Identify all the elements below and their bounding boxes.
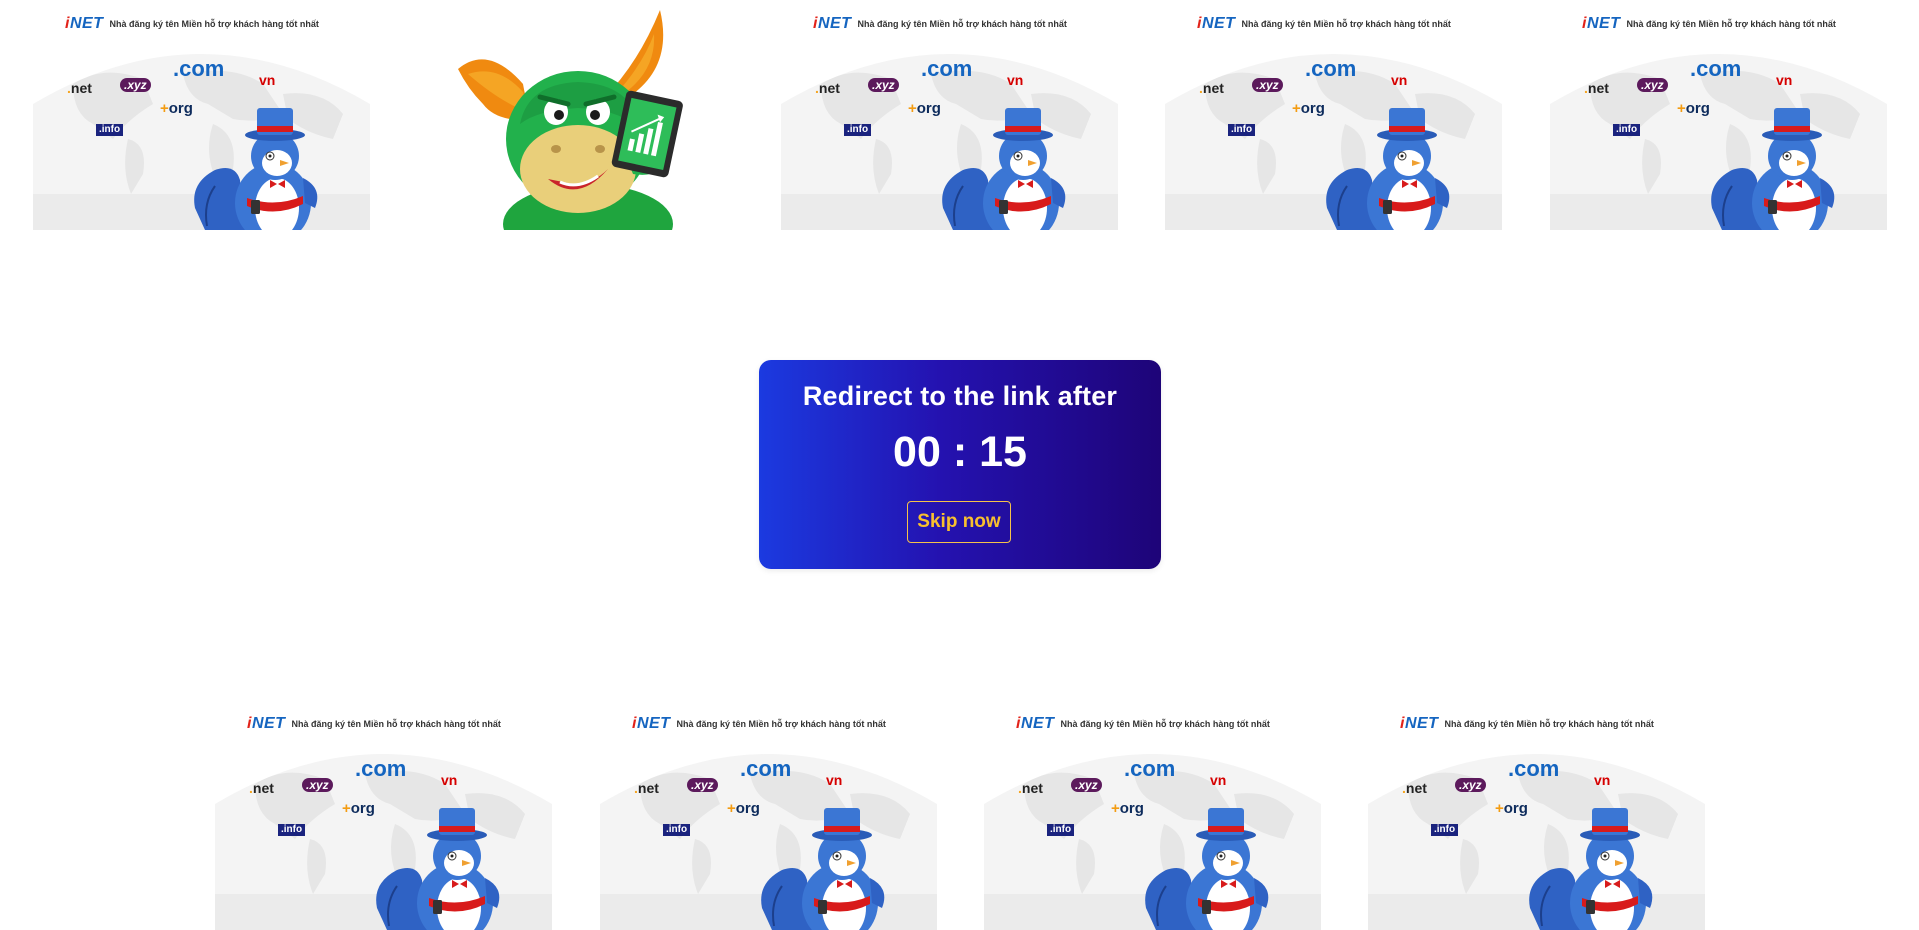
inet-brand: iNET Nhà đăng ký tên Miền hỗ trợ khách h… bbox=[1016, 716, 1270, 732]
green-bull-mascot-ad[interactable] bbox=[428, 4, 728, 230]
tld-info-label: .info bbox=[1431, 824, 1459, 836]
inet-domain-ad-banner[interactable]: iNET Nhà đăng ký tên Miền hỗ trợ khách h… bbox=[1368, 708, 1705, 930]
ad-tagline: Nhà đăng ký tên Miền hỗ trợ khách hàng t… bbox=[1444, 719, 1654, 729]
inet-logo: iNET bbox=[247, 715, 286, 732]
timer-separator: : bbox=[952, 428, 968, 476]
tld-vn-label: vn bbox=[254, 68, 280, 92]
bull-mascot-illustration bbox=[458, 10, 683, 230]
ad-tagline: Nhà đăng ký tên Miền hỗ trợ khách hàng t… bbox=[857, 19, 1067, 29]
tld-net-label: .net bbox=[67, 80, 92, 96]
tld-xyz-label: .xyz bbox=[1252, 78, 1283, 92]
ad-tagline: Nhà đăng ký tên Miền hỗ trợ khách hàng t… bbox=[291, 719, 501, 729]
penguin-mascot-illustration bbox=[942, 108, 1066, 230]
tld-xyz-label: .xyz bbox=[120, 78, 151, 92]
inet-domain-ad-banner[interactable]: iNET Nhà đăng ký tên Miền hỗ trợ khách h… bbox=[215, 708, 552, 930]
tld-xyz-label: .xyz bbox=[302, 778, 333, 792]
penguin-mascot-illustration bbox=[761, 808, 885, 930]
inet-brand: iNET Nhà đăng ký tên Miền hỗ trợ khách h… bbox=[65, 16, 319, 32]
tld-com-label: .com bbox=[173, 56, 225, 81]
tld-net-label: .net bbox=[1584, 80, 1609, 96]
penguin-mascot-illustration bbox=[1145, 808, 1269, 930]
penguin-mascot-illustration bbox=[1326, 108, 1450, 230]
tld-info-label: .info bbox=[278, 824, 306, 836]
tld-xyz-label: .xyz bbox=[1637, 78, 1668, 92]
tld-vn-label: vn bbox=[1205, 768, 1231, 792]
tld-info-label: .info bbox=[1047, 824, 1075, 836]
inet-logo: iNET bbox=[632, 715, 671, 732]
tld-info-label: .info bbox=[844, 124, 872, 136]
tld-vn-label: vn bbox=[821, 768, 847, 792]
inet-logo: iNET bbox=[1197, 15, 1236, 32]
tld-vn-label: vn bbox=[1002, 68, 1028, 92]
penguin-mascot-illustration bbox=[376, 808, 500, 930]
tld-xyz-label: .xyz bbox=[1455, 778, 1486, 792]
ad-tagline: Nhà đăng ký tên Miền hỗ trợ khách hàng t… bbox=[1626, 19, 1836, 29]
inet-brand: iNET Nhà đăng ký tên Miền hỗ trợ khách h… bbox=[1582, 16, 1836, 32]
ad-tagline: Nhà đăng ký tên Miền hỗ trợ khách hàng t… bbox=[676, 719, 886, 729]
redirect-countdown-card: Redirect to the link after 00 : 15 Skip … bbox=[759, 360, 1161, 569]
tld-com-label: .com bbox=[1508, 756, 1560, 781]
tld-vn-label: vn bbox=[436, 768, 462, 792]
inet-logo: iNET bbox=[1400, 715, 1439, 732]
tld-com-label: .com bbox=[921, 56, 973, 81]
inet-domain-ad-banner[interactable]: iNET Nhà đăng ký tên Miền hỗ trợ khách h… bbox=[1550, 8, 1887, 230]
ad-tagline: Nhà đăng ký tên Miền hỗ trợ khách hàng t… bbox=[109, 19, 319, 29]
tld-info-label: .info bbox=[663, 824, 691, 836]
inet-domain-ad-banner[interactable]: iNET Nhà đăng ký tên Miền hỗ trợ khách h… bbox=[600, 708, 937, 930]
redirect-heading: Redirect to the link after bbox=[802, 381, 1118, 411]
tld-xyz-label: .xyz bbox=[687, 778, 718, 792]
tld-net-label: .net bbox=[1199, 80, 1224, 96]
tld-net-label: .net bbox=[1402, 780, 1427, 796]
tld-com-label: .com bbox=[740, 756, 792, 781]
tld-com-label: .com bbox=[1690, 56, 1742, 81]
tld-vn-label: vn bbox=[1771, 68, 1797, 92]
tld-info-label: .info bbox=[96, 124, 124, 136]
timer-seconds: 15 bbox=[979, 428, 1027, 476]
inet-brand: iNET Nhà đăng ký tên Miền hỗ trợ khách h… bbox=[632, 716, 886, 732]
tld-com-label: .com bbox=[1305, 56, 1357, 81]
tld-vn-label: vn bbox=[1589, 768, 1615, 792]
inet-brand: iNET Nhà đăng ký tên Miền hỗ trợ khách h… bbox=[247, 716, 501, 732]
tld-info-label: .info bbox=[1613, 124, 1641, 136]
inet-logo: iNET bbox=[1016, 715, 1055, 732]
tld-net-label: .net bbox=[815, 80, 840, 96]
tld-xyz-label: .xyz bbox=[1071, 778, 1102, 792]
inet-brand: iNET Nhà đăng ký tên Miền hỗ trợ khách h… bbox=[1197, 16, 1451, 32]
tld-info-label: .info bbox=[1228, 124, 1256, 136]
penguin-mascot-illustration bbox=[1529, 808, 1653, 930]
inet-brand: iNET Nhà đăng ký tên Miền hỗ trợ khách h… bbox=[1400, 716, 1654, 732]
inet-domain-ad-banner[interactable]: iNET Nhà đăng ký tên Miền hỗ trợ khách h… bbox=[1165, 8, 1502, 230]
inet-domain-ad-banner[interactable]: iNET Nhà đăng ký tên Miền hỗ trợ khách h… bbox=[984, 708, 1321, 930]
tld-vn-label: vn bbox=[1386, 68, 1412, 92]
tld-com-label: .com bbox=[1124, 756, 1176, 781]
inet-logo: iNET bbox=[813, 15, 852, 32]
tld-net-label: .net bbox=[634, 780, 659, 796]
penguin-mascot-illustration bbox=[1711, 108, 1835, 230]
inet-logo: iNET bbox=[1582, 15, 1621, 32]
tld-net-label: .net bbox=[249, 780, 274, 796]
inet-logo: iNET bbox=[65, 15, 104, 32]
timer-minutes: 00 bbox=[893, 428, 941, 476]
countdown-timer: 00 : 15 bbox=[759, 428, 1161, 477]
tld-com-label: .com bbox=[355, 756, 407, 781]
skip-now-button[interactable]: Skip now bbox=[907, 501, 1011, 543]
inet-domain-ad-banner[interactable]: iNET Nhà đăng ký tên Miền hỗ trợ khách h… bbox=[781, 8, 1118, 230]
ad-tagline: Nhà đăng ký tên Miền hỗ trợ khách hàng t… bbox=[1060, 719, 1270, 729]
penguin-mascot-illustration bbox=[194, 108, 318, 230]
tld-xyz-label: .xyz bbox=[868, 78, 899, 92]
tld-net-label: .net bbox=[1018, 780, 1043, 796]
inet-domain-ad-banner[interactable]: iNET Nhà đăng ký tên Miền hỗ trợ khách h… bbox=[33, 8, 370, 230]
ad-tagline: Nhà đăng ký tên Miền hỗ trợ khách hàng t… bbox=[1241, 19, 1451, 29]
inet-brand: iNET Nhà đăng ký tên Miền hỗ trợ khách h… bbox=[813, 16, 1067, 32]
